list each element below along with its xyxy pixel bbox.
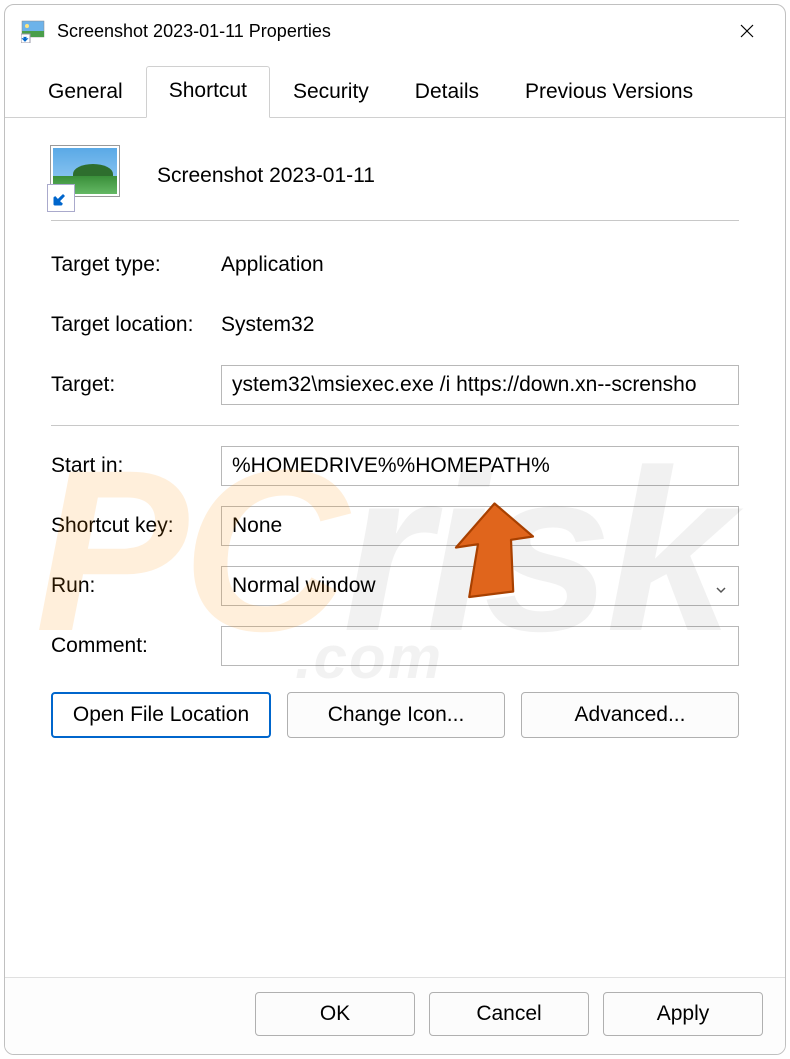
shortcut-large-icon <box>51 146 123 206</box>
target-location-label: Target location: <box>51 313 221 337</box>
ok-button[interactable]: OK <box>255 992 415 1036</box>
chevron-down-icon <box>714 579 728 593</box>
separator <box>51 425 739 426</box>
comment-input[interactable] <box>221 626 739 666</box>
tab-security[interactable]: Security <box>270 67 392 118</box>
shortcut-overlay-icon <box>47 184 75 212</box>
tab-previous-versions[interactable]: Previous Versions <box>502 67 716 118</box>
run-select-value: Normal window <box>232 574 376 598</box>
tab-bar: General Shortcut Security Details Previo… <box>5 57 785 118</box>
tab-general[interactable]: General <box>25 67 146 118</box>
shortcut-key-label: Shortcut key: <box>51 514 221 538</box>
close-icon <box>739 23 755 39</box>
open-file-location-button[interactable]: Open File Location <box>51 692 271 738</box>
shortcut-header: Screenshot 2023-01-11 <box>51 146 739 206</box>
properties-window: Screenshot 2023-01-11 Properties General… <box>4 4 786 1055</box>
run-label: Run: <box>51 574 221 598</box>
start-in-label: Start in: <box>51 454 221 478</box>
run-select[interactable]: Normal window <box>221 566 739 606</box>
window-title: Screenshot 2023-01-11 Properties <box>57 21 331 42</box>
target-location-value: System32 <box>221 313 314 337</box>
comment-label: Comment: <box>51 634 221 658</box>
photo-shortcut-icon <box>21 19 45 43</box>
titlebar: Screenshot 2023-01-11 Properties <box>5 5 785 57</box>
target-label: Target: <box>51 373 221 397</box>
start-in-input[interactable] <box>221 446 739 486</box>
dialog-footer: OK Cancel Apply <box>5 977 785 1054</box>
apply-button[interactable]: Apply <box>603 992 763 1036</box>
target-type-label: Target type: <box>51 253 221 277</box>
advanced-button[interactable]: Advanced... <box>521 692 739 738</box>
tab-shortcut[interactable]: Shortcut <box>146 66 270 118</box>
target-input[interactable] <box>221 365 739 405</box>
cancel-button[interactable]: Cancel <box>429 992 589 1036</box>
tab-content: PCrisk .com Screenshot 2023-01-11 Target… <box>5 118 785 977</box>
change-icon-button[interactable]: Change Icon... <box>287 692 505 738</box>
close-button[interactable] <box>725 9 769 53</box>
tab-details[interactable]: Details <box>392 67 502 118</box>
target-type-value: Application <box>221 253 324 277</box>
separator <box>51 220 739 221</box>
shortcut-name: Screenshot 2023-01-11 <box>157 164 375 188</box>
shortcut-key-input[interactable] <box>221 506 739 546</box>
